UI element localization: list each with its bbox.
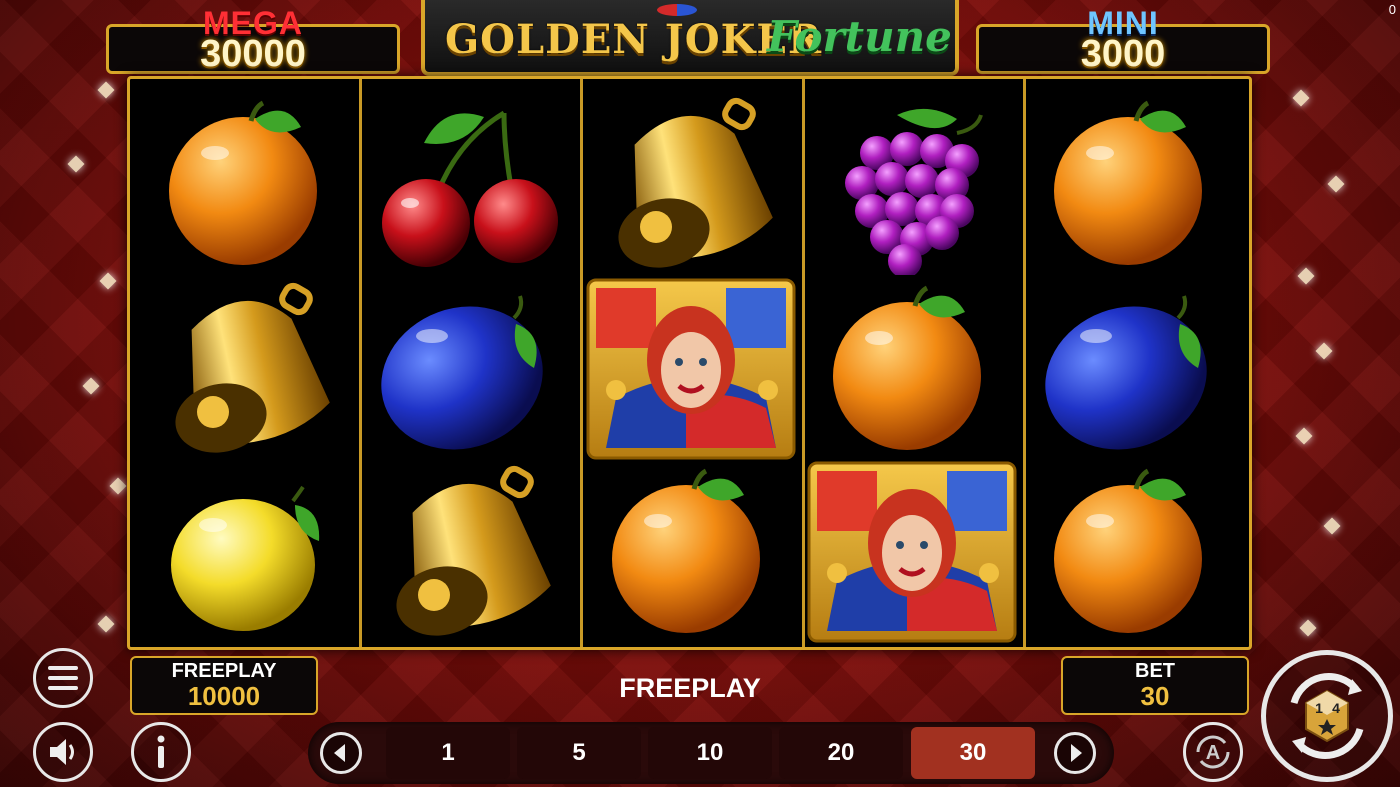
plum-icon bbox=[364, 278, 574, 460]
background-sparkle bbox=[82, 377, 100, 395]
bet-next-button[interactable] bbox=[1054, 732, 1096, 774]
background-sparkle bbox=[1327, 175, 1345, 193]
background-sparkle bbox=[1295, 427, 1313, 445]
bet-prev-button[interactable] bbox=[320, 732, 362, 774]
menu-button[interactable] bbox=[33, 648, 93, 708]
balance-panel: FREEPLAY 10000 bbox=[130, 656, 318, 715]
bell-icon bbox=[586, 93, 796, 275]
background-sparkle bbox=[97, 615, 115, 633]
spin-button[interactable]: 1 4 bbox=[1261, 650, 1393, 782]
background-sparkle bbox=[1299, 619, 1317, 637]
bet-option-10[interactable]: 10 bbox=[648, 727, 772, 779]
orange-icon bbox=[1028, 93, 1238, 275]
arrow-left-icon bbox=[334, 744, 345, 762]
background-sparkle bbox=[1292, 89, 1310, 107]
reel-area bbox=[127, 76, 1252, 650]
status-message: FREEPLAY bbox=[619, 673, 761, 703]
bell-icon bbox=[143, 278, 353, 460]
autoplay-button[interactable]: A bbox=[1183, 722, 1243, 782]
sound-button[interactable] bbox=[33, 722, 93, 782]
bet-label: BET bbox=[1135, 660, 1175, 682]
background-sparkle bbox=[67, 155, 85, 173]
speaker-icon bbox=[50, 739, 74, 765]
orange-icon bbox=[807, 278, 1017, 460]
orange-icon bbox=[586, 461, 796, 643]
mini-jackpot-value: 3000 bbox=[1080, 33, 1166, 75]
bet-option-1[interactable]: 1 bbox=[386, 727, 510, 779]
jester-hat-icon bbox=[657, 4, 697, 16]
hamburger-menu-icon bbox=[48, 666, 78, 690]
bet-option-30[interactable]: 30 bbox=[911, 727, 1035, 779]
plum-icon bbox=[1028, 278, 1238, 460]
orange-icon bbox=[143, 93, 353, 275]
bell-icon bbox=[364, 461, 574, 643]
info-icon bbox=[157, 735, 165, 768]
mega-jackpot-box: MEGA 30000 bbox=[106, 5, 400, 75]
reel-4 bbox=[802, 79, 1022, 647]
background-sparkle bbox=[1297, 267, 1315, 285]
bet-value: 30 bbox=[1140, 681, 1170, 711]
logo-subtitle: Fortune bbox=[767, 12, 952, 61]
arrow-right-icon bbox=[1071, 744, 1082, 762]
background-sparkle bbox=[97, 81, 115, 99]
logo-title: GOLDEN JOKER bbox=[445, 16, 823, 63]
reel-1 bbox=[138, 79, 358, 647]
reel-2 bbox=[359, 79, 579, 647]
grapes-icon bbox=[807, 93, 1017, 278]
mega-jackpot-value: 30000 bbox=[200, 33, 306, 75]
corner-counter: 0 bbox=[1388, 2, 1396, 17]
joker-wild-icon bbox=[586, 278, 796, 460]
background-sparkle bbox=[99, 272, 117, 290]
background-sparkle bbox=[1323, 517, 1341, 535]
reel-3 bbox=[581, 79, 801, 647]
reel-5 bbox=[1023, 79, 1243, 647]
lemon-icon bbox=[143, 461, 353, 643]
bet-option-20[interactable]: 20 bbox=[779, 727, 903, 779]
spin-icon: 1 4 bbox=[1290, 673, 1364, 759]
bet-selector: 1 5 10 20 30 bbox=[308, 722, 1114, 784]
bet-option-5[interactable]: 5 bbox=[517, 727, 641, 779]
background-sparkle bbox=[1315, 342, 1333, 360]
joker-wild-icon bbox=[807, 461, 1017, 643]
background-sparkle bbox=[109, 477, 127, 495]
game-logo: GOLDEN JOKER Fortune bbox=[421, 0, 959, 76]
balance-label: FREEPLAY bbox=[171, 660, 277, 682]
mini-jackpot-box: MINI 3000 bbox=[976, 5, 1270, 75]
svg-text:1: 1 bbox=[1315, 700, 1323, 716]
info-button[interactable] bbox=[131, 722, 191, 782]
balance-value: 10000 bbox=[187, 681, 261, 711]
svg-text:A: A bbox=[1206, 742, 1220, 764]
autoplay-icon: A bbox=[1196, 735, 1230, 769]
orange-icon bbox=[1028, 461, 1238, 643]
bet-panel: BET 30 bbox=[1061, 656, 1249, 715]
svg-text:4: 4 bbox=[1332, 700, 1340, 716]
cherries-icon bbox=[364, 93, 574, 275]
